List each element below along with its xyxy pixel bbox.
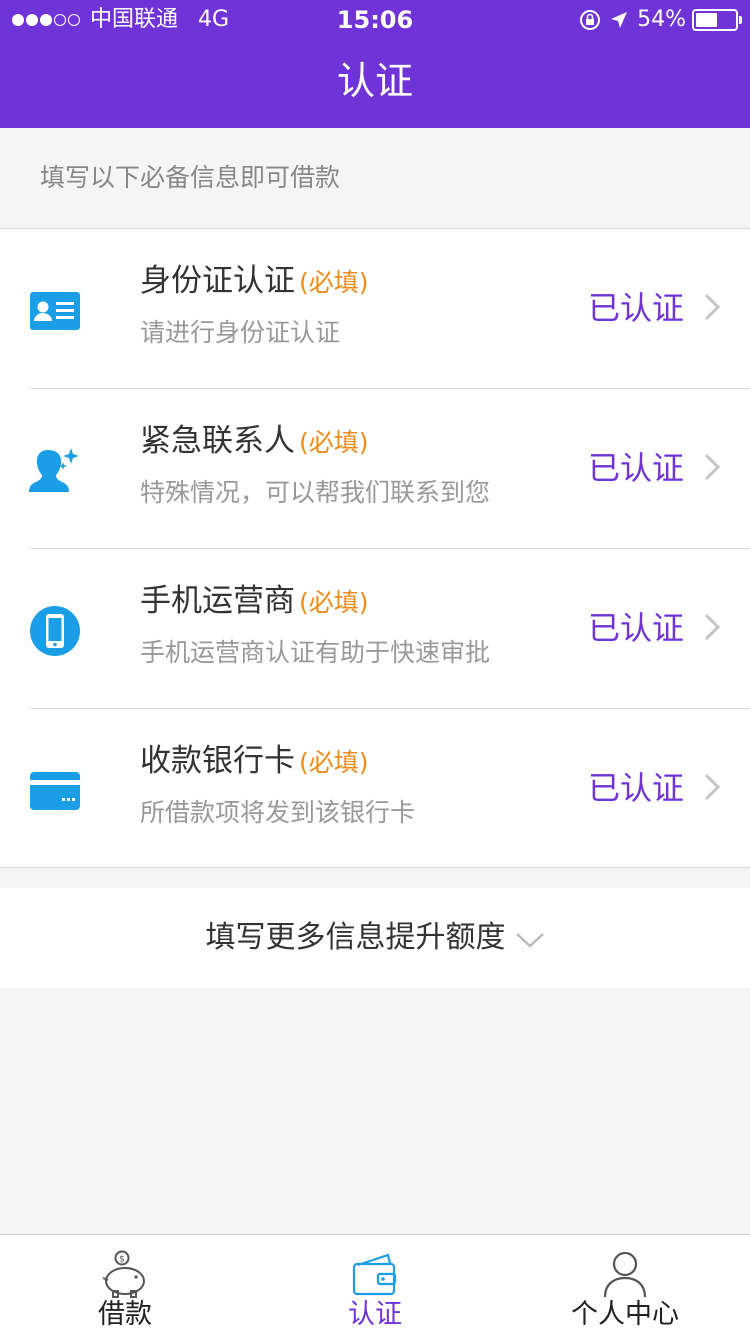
row-subtitle: 特殊情况，可以帮我们联系到您	[140, 478, 491, 507]
chevron-down-icon	[515, 932, 544, 948]
required-tag: (必填)	[299, 268, 369, 297]
verify-row-bank-card[interactable]: 收款银行卡 (必填) 所借款项将发到该银行卡 已认证	[0, 709, 750, 869]
location-arrow-icon	[611, 12, 628, 28]
verify-row-mobile-carrier[interactable]: 手机运营商 (必填) 手机运营商认证有助于快速审批 已认证	[0, 549, 750, 709]
tab-verify[interactable]: 认证	[250, 1235, 500, 1334]
bank-card-icon	[30, 772, 80, 810]
tab-bar: $ 借款 认证 个人中心	[0, 1234, 750, 1334]
rotation-lock-icon	[580, 10, 601, 30]
row-title: 手机运营商 (必填)	[140, 583, 369, 619]
tab-profile[interactable]: 个人中心	[500, 1235, 750, 1334]
required-tag: (必填)	[299, 428, 369, 457]
more-info-label: 填写更多信息提升额度	[205, 920, 506, 955]
page-title: 认证	[336, 59, 413, 103]
battery-percent: 54%	[637, 7, 686, 32]
tab-label: 借款	[98, 1299, 152, 1330]
row-title: 收款银行卡 (必填)	[140, 743, 369, 779]
verify-row-emergency-contact[interactable]: 紧急联系人 (必填) 特殊情况，可以帮我们联系到您 已认证	[0, 389, 750, 549]
row-subtitle: 所借款项将发到该银行卡	[140, 798, 416, 827]
chevron-right-icon	[704, 773, 720, 801]
intro-text: 填写以下必备信息即可借款	[0, 128, 750, 228]
chevron-right-icon	[704, 613, 720, 641]
row-title: 身份证认证 (必填)	[140, 263, 369, 299]
status-bar: 中国联通 4G 15:06 54%	[0, 0, 750, 40]
row-title: 紧急联系人 (必填)	[140, 423, 369, 459]
required-tag: (必填)	[299, 748, 369, 777]
svg-text:$: $	[119, 1255, 125, 1265]
status-badge: 已认证	[588, 289, 685, 327]
verification-list: 身份证认证 (必填) 请进行身份证认证 已认证 紧急联系人 (必填) 特殊情况，可以…	[0, 228, 750, 868]
status-badge: 已认证	[588, 609, 685, 647]
piggy-bank-icon: $	[102, 1250, 145, 1298]
chevron-right-icon	[704, 293, 720, 321]
user-icon	[603, 1251, 647, 1298]
tab-loan[interactable]: $ 借款	[0, 1235, 250, 1334]
header: 中国联通 4G 15:06 54% 认证	[0, 0, 750, 128]
wallet-icon	[352, 1253, 397, 1296]
contact-person-icon	[29, 448, 79, 492]
id-card-icon	[30, 292, 80, 330]
mobile-phone-icon	[30, 606, 80, 656]
chevron-right-icon	[704, 453, 720, 481]
status-right: 54%	[579, 0, 742, 40]
tab-label: 个人中心	[571, 1299, 679, 1330]
battery-icon	[692, 9, 742, 31]
row-subtitle: 手机运营商认证有助于快速审批	[140, 638, 491, 667]
verify-row-id-card[interactable]: 身份证认证 (必填) 请进行身份证认证 已认证	[0, 229, 750, 389]
status-badge: 已认证	[588, 449, 685, 487]
tab-label: 认证	[348, 1299, 402, 1330]
status-badge: 已认证	[588, 769, 685, 807]
row-subtitle: 请进行身份证认证	[140, 318, 341, 347]
more-info-button[interactable]: 填写更多信息提升额度	[0, 888, 750, 988]
required-tag: (必填)	[299, 588, 369, 617]
